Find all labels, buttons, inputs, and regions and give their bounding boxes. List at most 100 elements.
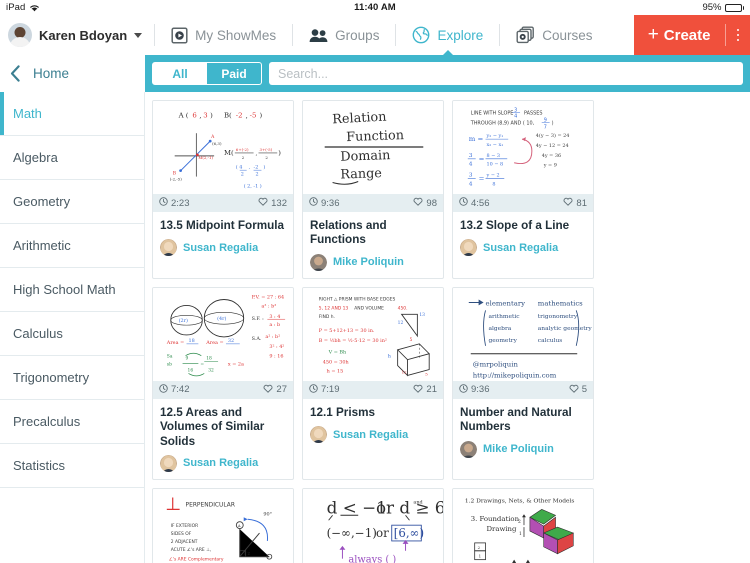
sidebar-item-math[interactable]: Math [0, 92, 144, 136]
svg-text:elementary: elementary [486, 299, 526, 307]
svg-text:5: 5 [425, 371, 428, 376]
card-title: 12.1 Prisms [310, 405, 375, 419]
showme-card[interactable]: Relation Function Domain Range 9:36 98 R… [302, 100, 444, 279]
card-author[interactable]: Mike Poliquin [303, 248, 443, 278]
card-thumbnail: elementary mathematics arithmetic trigonom… [453, 287, 593, 381]
plus-icon: + [647, 24, 659, 45]
heart-icon[interactable] [413, 384, 423, 396]
svg-text:M(: M( [224, 149, 234, 157]
clock-icon [459, 197, 468, 209]
sidebar-item-trigonometry[interactable]: Trigonometry [0, 356, 144, 400]
svg-text:9: 9 [186, 356, 189, 361]
tab-my-showmes[interactable]: My ShowMes [155, 15, 292, 55]
user-menu-button[interactable]: Karen Bdoyan [0, 15, 154, 55]
card-thumbnail: LINE WITH SLOPE 3 4 PASSES THROUGH (8,9) A… [453, 101, 593, 194]
showme-card[interactable]: 1.2 Drawings, Nets, & Other Models 3. Fo… [452, 487, 594, 563]
heart-icon[interactable] [563, 197, 573, 209]
showme-card[interactable]: RIGHT △ PRISM WITH BASE EDGES 5, 12 AND … [302, 286, 444, 480]
svg-text:Sa: Sa [167, 354, 173, 359]
svg-text:P.V. = 27 : 64: P.V. = 27 : 64 [252, 294, 285, 300]
sidebar-item-precalculus[interactable]: Precalculus [0, 400, 144, 444]
svg-text:9 : 16: 9 : 16 [269, 353, 283, 359]
svg-text:2: 2 [478, 545, 481, 550]
svg-text:x = 2a: x = 2a [228, 361, 244, 367]
author-name-label: Susan Regalia [483, 241, 559, 254]
svg-text:or d ≥ 6: or d ≥ 6 [376, 497, 443, 517]
showme-card[interactable]: LINE WITH SLOPE 3 4 PASSES THROUGH (8,9) A… [452, 100, 594, 279]
search-field-wrapper [269, 62, 743, 85]
svg-text:B(: B( [224, 111, 232, 119]
svg-text:6+(-2): 6+(-2) [236, 147, 249, 152]
svg-text:arithmetic: arithmetic [488, 314, 520, 320]
sidebar-item-statistics[interactable]: Statistics [0, 444, 144, 488]
tab-label: My ShowMes [195, 27, 277, 43]
svg-text:5, 12 AND 13: 5, 12 AND 13 [319, 305, 349, 311]
svg-text:FIND h.: FIND h. [319, 314, 335, 320]
heart-icon[interactable] [263, 384, 273, 396]
svg-text:6: 6 [192, 111, 196, 119]
showme-card[interactable]: (2r) (4r) Area = 18 Area = 32 Sa sb 9 16 = 18… [152, 286, 294, 480]
svg-text:2: 2 [256, 172, 259, 178]
card-author[interactable]: Susan Regalia [153, 449, 293, 479]
svg-text:@mrpoliquin: @mrpoliquin [473, 360, 519, 368]
svg-text:=: = [479, 175, 485, 183]
filter-segmented-control: All Paid [152, 62, 262, 85]
svg-text:): ) [278, 149, 281, 157]
card-meta-bar: 2:23 132 [153, 194, 293, 212]
clock-icon [159, 197, 168, 209]
heart-icon[interactable] [413, 197, 423, 209]
svg-text:or: or [376, 526, 389, 540]
svg-text:3. Foundation: 3. Foundation [471, 515, 520, 523]
tab-courses[interactable]: Courses [500, 15, 608, 55]
svg-text:4y − 12 = 24: 4y − 12 = 24 [536, 143, 569, 149]
svg-text:1: 1 [479, 554, 482, 559]
svg-text:18: 18 [188, 338, 194, 344]
svg-text:AND VOLUME: AND VOLUME [354, 305, 384, 311]
svg-text:32: 32 [228, 338, 234, 344]
sidebar-item-high-school-math[interactable]: High School Math [0, 268, 144, 312]
svg-text:http://mikepoliquin.com: http://mikepoliquin.com [473, 371, 557, 379]
svg-text:10 − 8: 10 − 8 [487, 162, 504, 168]
card-meta-bar: 7:19 21 [303, 380, 443, 399]
showme-card-grid: A (6, 3) B(-2, -5) A (6,3) B (-2,-5) M(2,-… [145, 92, 750, 563]
create-button-label: Create [663, 26, 711, 44]
svg-text:PASSES: PASSES [524, 110, 542, 116]
sidebar-item-calculus[interactable]: Calculus [0, 312, 144, 356]
sidebar-item-arithmetic[interactable]: Arithmetic [0, 224, 144, 268]
sidebar-item-algebra[interactable]: Algebra [0, 136, 144, 180]
svg-text:m =: m = [469, 135, 484, 143]
create-button[interactable]: + Create [634, 24, 725, 45]
more-vertical-icon[interactable] [726, 28, 750, 42]
svg-text:Function: Function [346, 128, 404, 145]
svg-text:PERPENDICULAR: PERPENDICULAR [186, 502, 235, 508]
tab-explore[interactable]: Explore [396, 15, 499, 56]
card-author[interactable]: Susan Regalia [153, 233, 293, 263]
heart-icon[interactable] [258, 197, 268, 209]
showme-card[interactable]: elementary mathematics arithmetic trigonom… [452, 286, 594, 480]
svg-text:mathematics: mathematics [538, 299, 583, 307]
breadcrumb-home[interactable]: Home [33, 66, 69, 81]
card-thumbnail: A (6, 3) B(-2, -5) A (6,3) B (-2,-5) M(2,-… [153, 101, 293, 194]
showme-card[interactable]: PERPENDICULAR IF EXTERIOR SIDES OF 2 ADJ… [152, 487, 294, 563]
svg-text:=: = [479, 155, 485, 163]
battery-percent-label: 95% [702, 2, 722, 13]
sidebar-item-geometry[interactable]: Geometry [0, 180, 144, 224]
svg-text:4: 4 [469, 162, 473, 168]
svg-text:7: 7 [544, 124, 547, 130]
app-root: iPad 11:40 AM 95% Karen Bdoyan My ShowMe… [0, 0, 750, 563]
heart-icon[interactable] [569, 384, 579, 396]
filter-all-button[interactable]: All [153, 63, 207, 84]
showme-card[interactable]: A (6, 3) B(-2, -5) A (6,3) B (-2,-5) M(2,-… [152, 100, 294, 279]
search-input[interactable] [269, 62, 743, 85]
globe-icon [412, 26, 430, 44]
card-meta-bar: 9:36 98 [303, 194, 443, 212]
svg-text:1: 1 [519, 532, 522, 537]
showme-card[interactable]: d < −1 or d ≥ 6 and (−∞,−1) or [6,∞) alway… [302, 487, 444, 563]
svg-text:a² : b²: a² : b² [265, 334, 280, 340]
filter-paid-button[interactable]: Paid [207, 63, 261, 84]
chevron-left-icon[interactable] [10, 65, 21, 82]
card-author[interactable]: Mike Poliquin [453, 435, 593, 465]
card-author[interactable]: Susan Regalia [303, 420, 443, 450]
card-author[interactable]: Susan Regalia [453, 233, 593, 263]
tab-groups[interactable]: Groups [293, 15, 395, 55]
